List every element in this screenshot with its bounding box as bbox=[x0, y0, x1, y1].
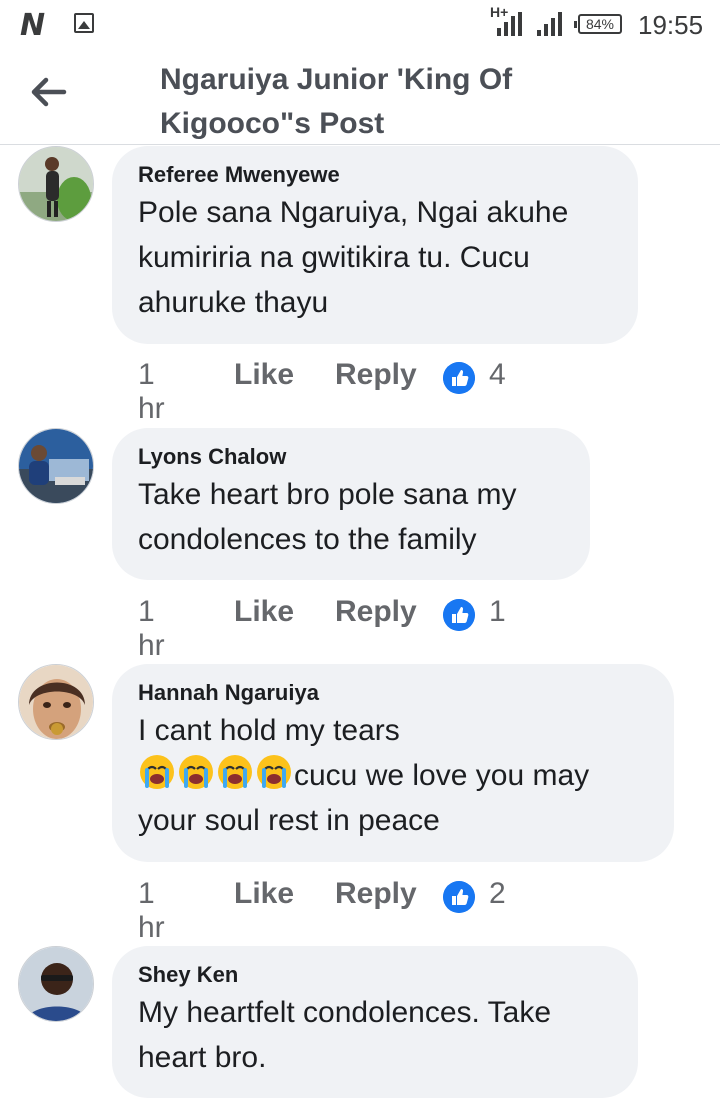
reply-button[interactable]: Reply bbox=[335, 358, 417, 392]
like-button[interactable]: Like bbox=[234, 358, 294, 392]
loudly-crying-face-icon bbox=[140, 755, 174, 789]
comment-time[interactable]: 1 hr bbox=[138, 877, 165, 945]
battery-icon: 84% bbox=[574, 14, 622, 34]
comment-text-fragment: cucu we love you may bbox=[294, 759, 590, 792]
clock: 19:55 bbox=[638, 10, 704, 40]
reaction-count[interactable]: 4 bbox=[489, 358, 506, 392]
reply-button[interactable]: Reply bbox=[335, 877, 417, 911]
comment-author[interactable]: Hannah Ngaruiya bbox=[138, 678, 648, 708]
news-app-icon: N bbox=[20, 8, 45, 43]
comment-time[interactable]: 1 hr bbox=[138, 358, 165, 426]
comment-bubble: Hannah Ngaruiya I cant hold my tears cuc… bbox=[112, 664, 674, 862]
comment-text: Pole sana Ngaruiya, Ngai akuhe kumiriria… bbox=[138, 196, 569, 319]
reaction-count[interactable]: 1 bbox=[489, 595, 506, 629]
back-arrow-icon[interactable] bbox=[28, 72, 68, 112]
like-reaction-icon[interactable] bbox=[443, 362, 475, 394]
avatar[interactable] bbox=[18, 428, 94, 504]
comment-text: My heartfelt condolences. Take heart bro… bbox=[138, 996, 552, 1074]
like-button[interactable]: Like bbox=[234, 877, 294, 911]
avatar[interactable] bbox=[18, 946, 94, 1022]
signal-icon-2 bbox=[537, 12, 563, 36]
like-reaction-icon[interactable] bbox=[443, 599, 475, 631]
comment-text-line: I cant hold my tears bbox=[138, 714, 400, 747]
comment-time[interactable]: 1 hr bbox=[138, 595, 165, 663]
comment-text-line: cucu we love you may bbox=[138, 753, 648, 798]
avatar[interactable] bbox=[18, 146, 94, 222]
status-bar: N H+ 84% 19:55 bbox=[0, 0, 720, 48]
loudly-crying-face-icon bbox=[257, 755, 291, 789]
post-header: Ngaruiya Junior 'King Of Kigooco"s Post bbox=[0, 48, 720, 145]
reaction-count[interactable]: 2 bbox=[489, 877, 506, 911]
comment-bubble: Shey Ken My heartfelt condolences. Take … bbox=[112, 946, 638, 1098]
comment-text-line: your soul rest in peace bbox=[138, 804, 440, 837]
like-button[interactable]: Like bbox=[234, 595, 294, 629]
loudly-crying-face-icon bbox=[179, 755, 213, 789]
page-title: Ngaruiya Junior 'King Of Kigooco"s Post bbox=[160, 58, 600, 146]
comment-author[interactable]: Shey Ken bbox=[138, 960, 612, 990]
comment-bubble: Lyons Chalow Take heart bro pole sana my… bbox=[112, 428, 590, 580]
title-line-1: Ngaruiya Junior 'King Of bbox=[160, 63, 513, 96]
title-line-2: Kigooco"s Post bbox=[160, 107, 385, 140]
comment-bubble: Referee Mwenyewe Pole sana Ngaruiya, Nga… bbox=[112, 146, 638, 344]
image-notification-icon bbox=[74, 13, 94, 33]
reply-button[interactable]: Reply bbox=[335, 595, 417, 629]
comment-text: I cant hold my tears cucu we love you ma… bbox=[138, 708, 648, 843]
signal-icon bbox=[497, 12, 523, 36]
like-reaction-icon[interactable] bbox=[443, 881, 475, 913]
comment-author[interactable]: Referee Mwenyewe bbox=[138, 160, 612, 190]
comment-text: Take heart bro pole sana my condolences … bbox=[138, 478, 517, 556]
loudly-crying-face-icon bbox=[218, 755, 252, 789]
avatar[interactable] bbox=[18, 664, 94, 740]
comment-author[interactable]: Lyons Chalow bbox=[138, 442, 564, 472]
